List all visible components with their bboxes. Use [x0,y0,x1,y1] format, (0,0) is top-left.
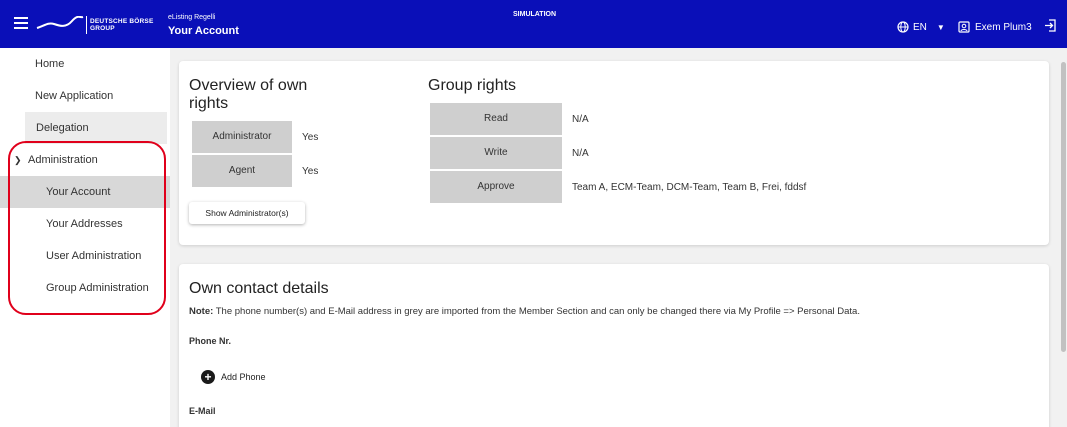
environment-label: SIMULATION [513,11,557,18]
contact-card: Own contact details Note: The phone numb… [179,264,1049,427]
right-name-agent: Agent [192,155,292,187]
account-box-icon [958,21,970,33]
sidebar-item-label: Administration [28,154,98,166]
add-phone-button[interactable]: + Add Phone [201,370,266,384]
phone-label: Phone Nr. [189,336,232,346]
app-subtitle: eListing Regelli [168,14,216,21]
note-label: Note: [189,306,214,317]
menu-icon[interactable] [14,17,28,29]
user-menu[interactable]: Exem Plum3 [958,21,1032,33]
contact-note: Note: The phone number(s) and E-Mail add… [189,306,860,317]
sidebar-item-your-account[interactable]: Your Account [0,176,170,208]
logo-text: DEUTSCHE BÖRSE GROUP [90,18,154,32]
plus-circle-icon: + [201,370,215,384]
group-right-name-read: Read [430,103,562,135]
page-scrollbar[interactable] [1058,48,1067,427]
logo-divider [86,16,87,34]
right-name-administrator: Administrator [192,121,292,153]
logo-wave-icon [36,16,84,29]
group-right-value-read: N/A [572,114,589,125]
group-right-value-approve: Team A, ECM-Team, DCM-Team, Team B, Frei… [572,182,807,193]
sidebar-item-your-addresses[interactable]: Your Addresses [0,208,170,240]
sidebar-item-user-administration[interactable]: User Administration [0,240,170,272]
top-app-bar: DEUTSCHE BÖRSE GROUP eListing Regelli Yo… [0,0,1067,48]
group-rights-title: Group rights [428,77,517,94]
logout-icon[interactable] [1044,19,1057,35]
sidebar-item-delegation[interactable]: Delegation [25,112,167,144]
show-administrators-button[interactable]: Show Administrator(s) [189,202,305,224]
globe-icon [897,21,909,33]
right-value-agent: Yes [302,166,319,177]
chevron-down-icon: ▼ [936,22,945,32]
group-right-value-write: N/A [572,148,589,159]
language-selector[interactable]: EN ▼ [897,21,945,33]
add-phone-label: Add Phone [221,372,266,382]
email-label: E-Mail [189,406,216,416]
sidebar-nav: Home New Application Delegation ❯ Adminis… [0,48,170,427]
scrollbar-thumb[interactable] [1061,62,1066,352]
user-name: Exem Plum3 [975,21,1032,33]
right-value-administrator: Yes [302,132,319,143]
deutsche-boerse-logo[interactable]: DEUTSCHE BÖRSE GROUP [36,14,156,36]
sidebar-item-home[interactable]: Home [0,48,170,80]
sidebar-item-administration[interactable]: ❯ Administration [0,144,170,176]
group-right-name-approve: Approve [430,171,562,203]
sidebar-item-new-application[interactable]: New Application [0,80,170,112]
overview-title: Overview of own rights [189,77,308,112]
note-text: The phone number(s) and E-Mail address i… [213,306,860,317]
group-right-name-write: Write [430,137,562,169]
contact-title: Own contact details [189,280,329,297]
chevron-down-icon: ❯ [14,155,22,165]
page-title: Your Account [168,25,239,37]
language-label: EN [913,21,927,33]
sidebar-item-group-administration[interactable]: Group Administration [0,272,170,304]
rights-card: Overview of own rights Administrator Yes… [179,61,1049,245]
